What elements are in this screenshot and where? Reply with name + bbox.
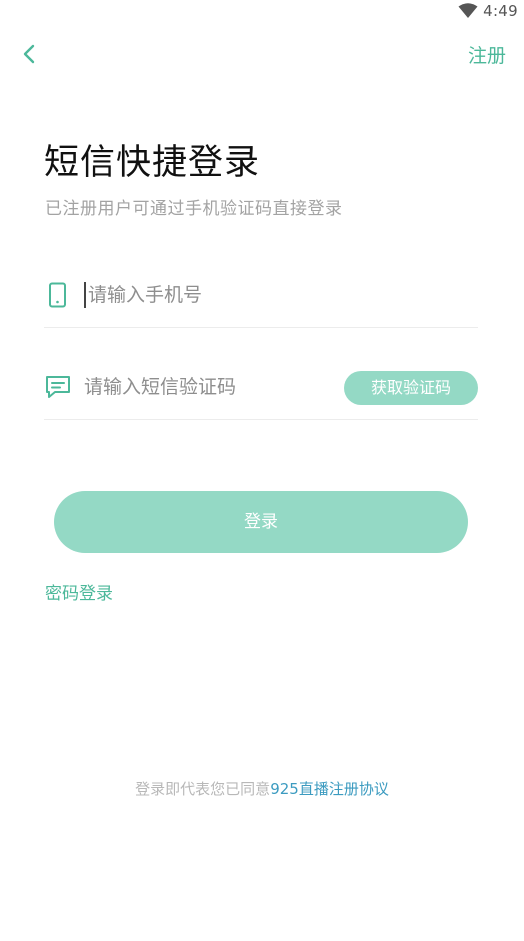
agreement-link[interactable]: 925直播注册协议 [270,780,389,798]
status-time: 4:49 [483,2,518,20]
agreement-prefix: 登录即代表您已同意 [135,780,271,798]
login-button[interactable]: 登录 [54,491,468,553]
chevron-left-icon[interactable] [18,42,40,66]
sms-code-input[interactable] [84,367,334,407]
password-login-link[interactable]: 密码登录 [45,579,113,604]
sms-login-screen: 4:49 注册 短信快捷登录 已注册用户可通过手机验证码直接登录 获取验证码 登… [0,0,524,941]
status-bar: 4:49 [0,0,524,24]
get-code-button[interactable]: 获取验证码 [344,371,478,405]
phone-input[interactable] [84,282,468,308]
message-icon [46,376,70,398]
code-field-row: 获取验证码 [44,355,478,420]
page-title: 短信快捷登录 [44,143,261,183]
phone-icon [49,282,66,308]
agreement-text: 登录即代表您已同意925直播注册协议 [0,778,524,799]
phone-field-row [44,263,478,328]
register-link[interactable]: 注册 [468,41,506,68]
page-subtitle: 已注册用户可通过手机验证码直接登录 [45,199,343,219]
wifi-icon [458,3,478,18]
